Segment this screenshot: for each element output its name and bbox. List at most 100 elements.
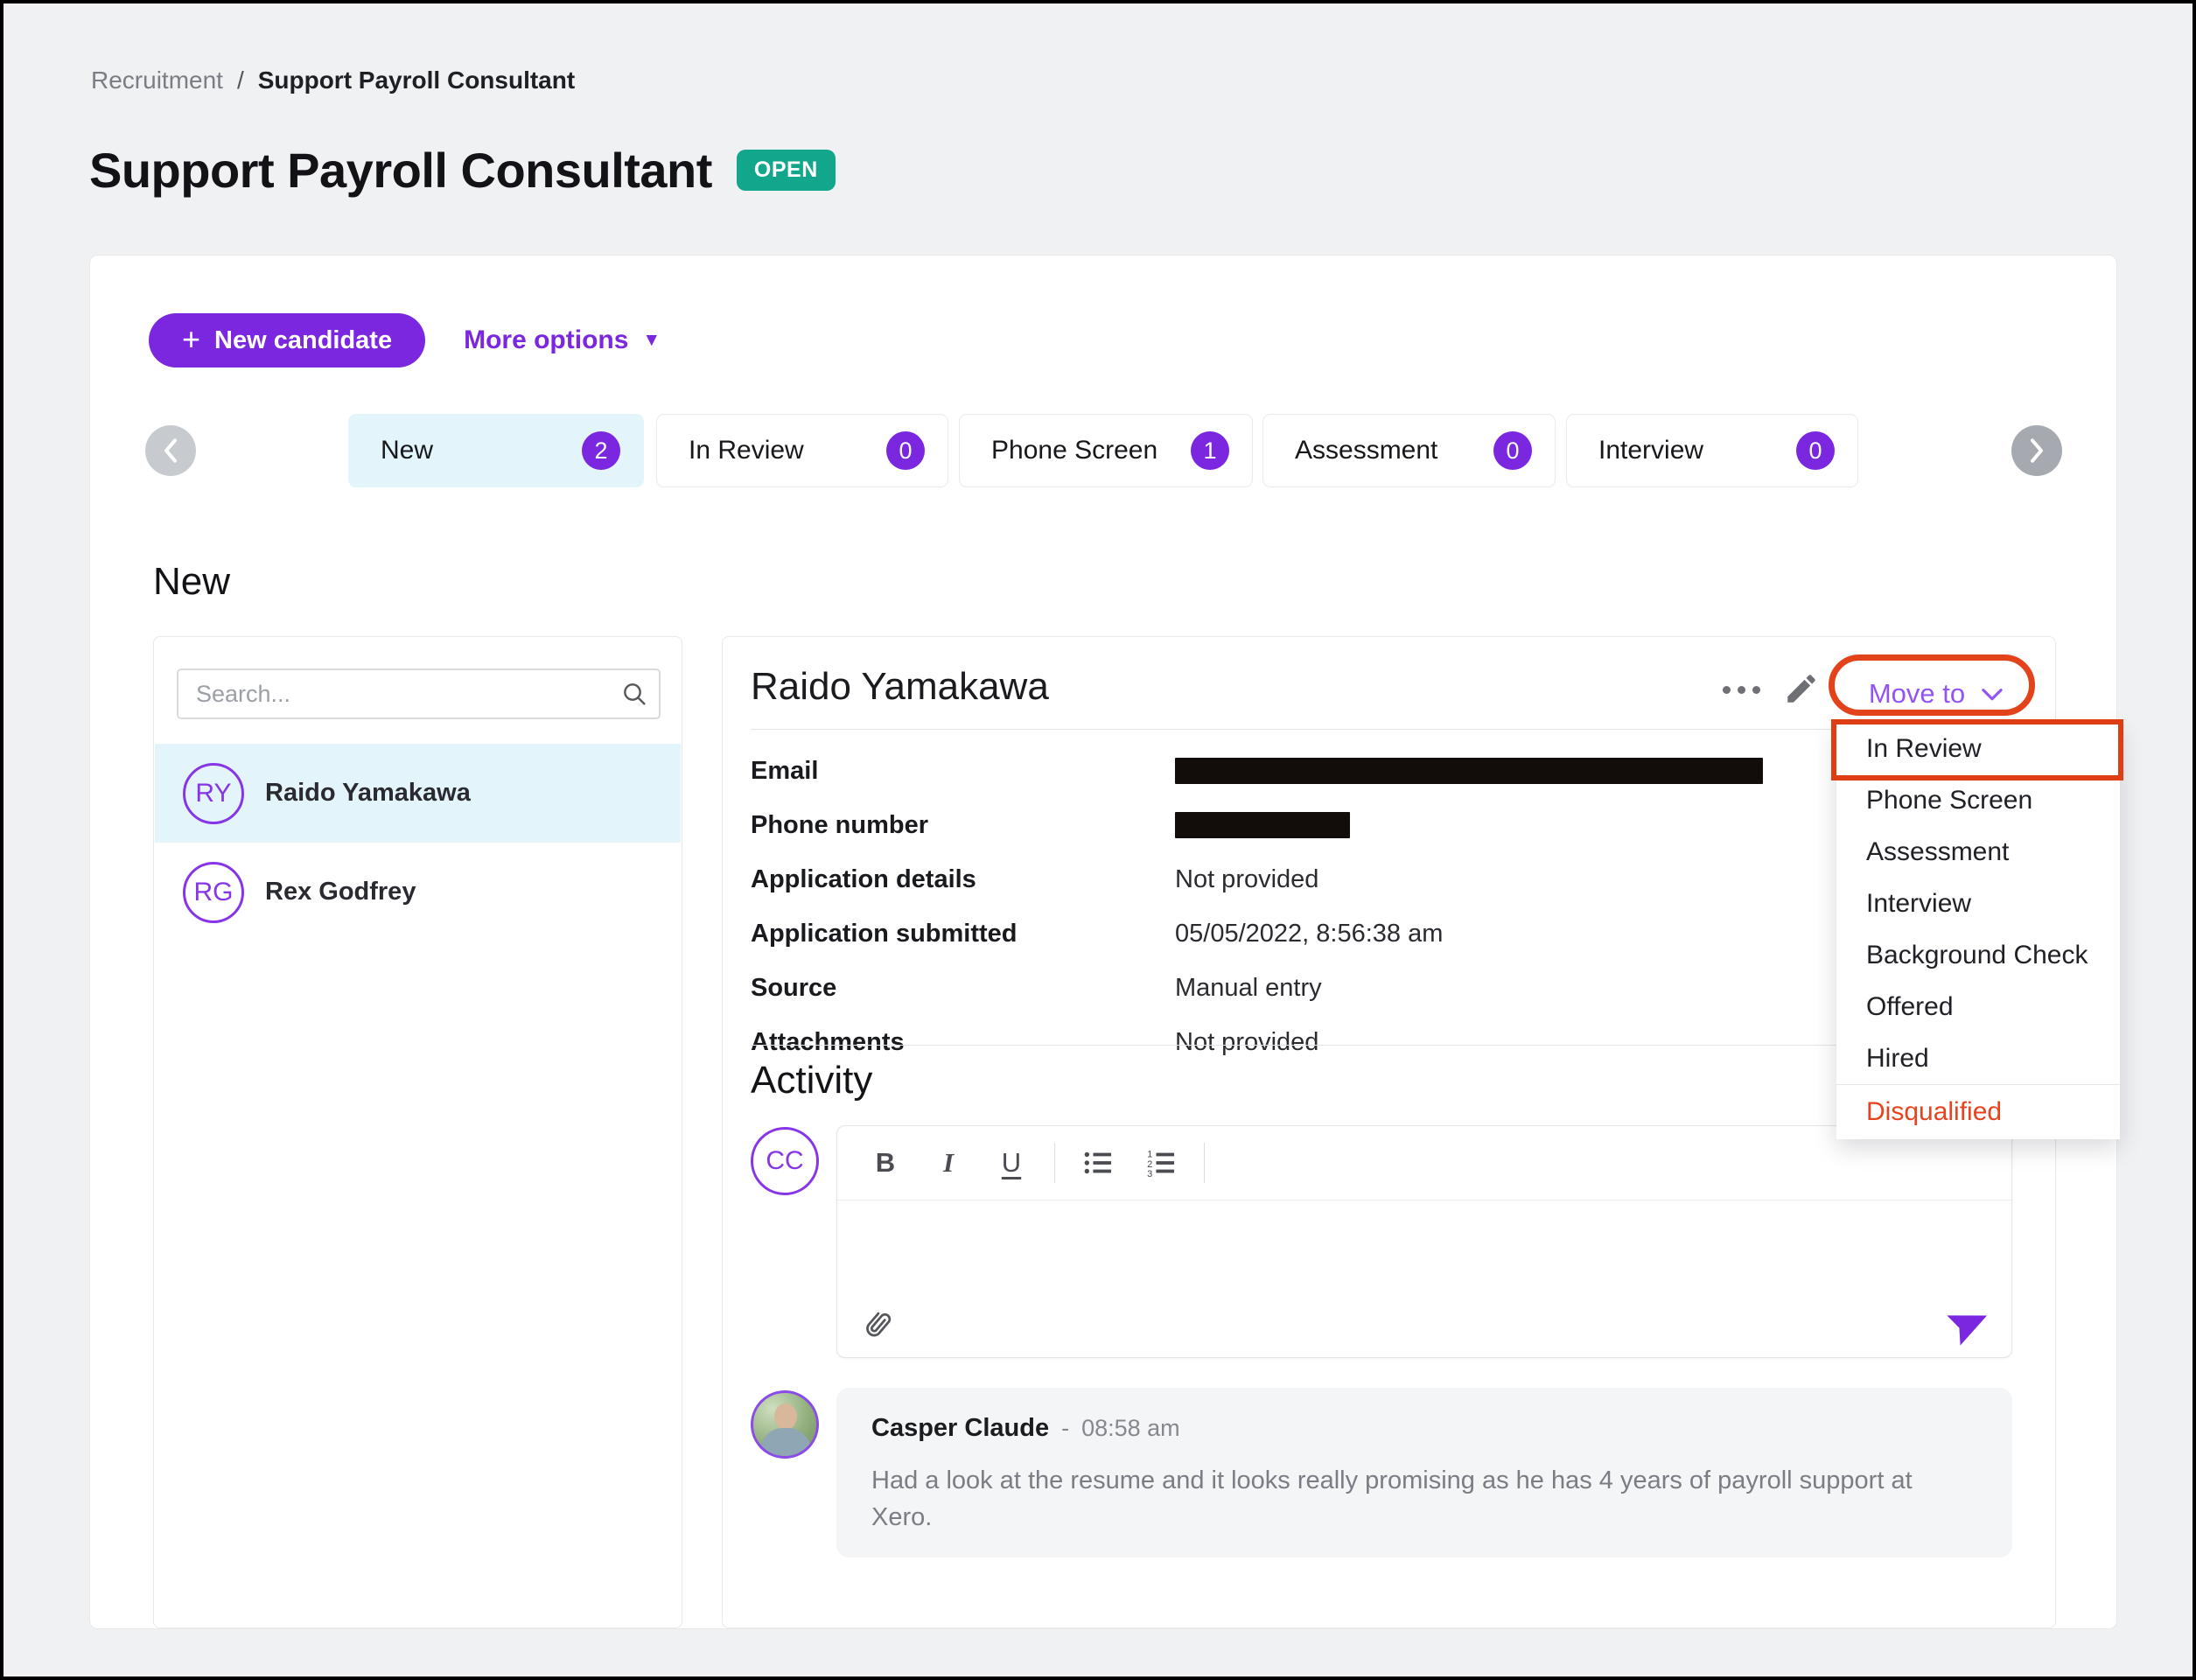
field-value: 05/05/2022, 8:56:38 am (1175, 920, 1443, 948)
redaction-bar-phone (1175, 812, 1350, 838)
candidate-detail-name: Raido Yamakawa (751, 665, 1049, 709)
status-badge: OPEN (737, 150, 836, 191)
menu-item-interview[interactable]: Interview (1836, 878, 2120, 929)
stage-count-badge: 0 (886, 431, 925, 470)
comment-editor: B I U 1 2 3 (836, 1125, 2012, 1358)
candidate-name: Rex Godfrey (265, 878, 416, 906)
numbered-list-icon: 1 2 3 (1144, 1146, 1178, 1180)
field-label: Attachments (751, 1028, 1175, 1057)
candidate-name: Raido Yamakawa (265, 779, 471, 808)
page-header: Support Payroll Consultant OPEN (89, 142, 836, 199)
field-value: Not provided (1175, 865, 1318, 894)
plus-icon: + (182, 324, 200, 355)
chevron-down-icon (1981, 686, 2004, 702)
search-input[interactable] (177, 668, 661, 719)
page-title: Support Payroll Consultant (89, 142, 712, 199)
comment-separator: - (1061, 1415, 1069, 1442)
bold-button[interactable]: B (858, 1140, 913, 1186)
search-icon (620, 680, 648, 708)
stage-label: Assessment (1295, 436, 1437, 466)
comment-text: Had a look at the resume and it looks re… (871, 1462, 1977, 1536)
attach-file-button[interactable] (858, 1305, 897, 1343)
field-label: Source (751, 974, 1175, 1003)
divider (751, 729, 2025, 730)
stage-label: Interview (1598, 436, 1703, 466)
chevron-right-icon (2027, 438, 2046, 464)
comment-input-area[interactable] (858, 1207, 1990, 1292)
comment-author: Casper Claude (871, 1414, 1049, 1443)
stage-count-badge: 0 (1796, 431, 1835, 470)
numbered-list-button[interactable]: 1 2 3 (1134, 1140, 1188, 1186)
field-value: Manual entry (1175, 974, 1322, 1003)
commenter-avatar (751, 1390, 819, 1459)
activity-heading: Activity (751, 1059, 872, 1102)
more-actions-button[interactable] (1723, 686, 1760, 694)
paperclip-icon (858, 1305, 897, 1343)
move-to-menu: In Review Phone Screen Assessment Interv… (1836, 723, 2120, 1139)
menu-item-background-check[interactable]: Background Check (1836, 929, 2120, 981)
field-label: Application details (751, 865, 1175, 894)
field-label: Application submitted (751, 920, 1175, 948)
search-box (177, 668, 661, 719)
carousel-next-button[interactable] (2011, 425, 2062, 476)
avatar-photo (774, 1404, 797, 1430)
send-icon (1941, 1294, 1999, 1352)
more-options-button[interactable]: More options ▼ (464, 326, 661, 355)
stage-label: In Review (689, 436, 804, 466)
more-options-label: More options (464, 326, 628, 355)
chevron-left-icon (161, 438, 180, 464)
avatar: RG (183, 862, 244, 923)
menu-item-assessment[interactable]: Assessment (1836, 826, 2120, 878)
breadcrumb-current: Support Payroll Consultant (258, 66, 575, 94)
divider (751, 1045, 2025, 1046)
stage-count-badge: 0 (1493, 431, 1532, 470)
comment-header: Casper Claude - 08:58 am (871, 1414, 1977, 1443)
move-to-label: Move to (1869, 678, 1965, 710)
new-candidate-button[interactable]: + New candidate (149, 313, 425, 368)
stage-tab-in-review[interactable]: In Review 0 (656, 414, 948, 487)
menu-item-offered[interactable]: Offered (1836, 981, 2120, 1032)
new-candidate-label: New candidate (214, 326, 392, 355)
edit-button[interactable] (1783, 670, 1820, 711)
breadcrumb-separator: / (237, 66, 244, 94)
field-value: Not provided (1175, 1028, 1318, 1057)
menu-item-in-review[interactable]: In Review (1836, 723, 2120, 774)
candidate-list-panel: RY Raido Yamakawa RG Rex Godfrey (153, 636, 682, 1628)
move-to-button[interactable]: Move to (1839, 670, 2033, 718)
underline-button[interactable]: U (984, 1140, 1039, 1186)
field-label: Phone number (751, 811, 1175, 840)
actions-row: + New candidate More options ▼ (149, 313, 661, 368)
stage-label: Phone Screen (991, 436, 1157, 466)
comment-timestamp: 08:58 am (1081, 1415, 1180, 1442)
toolbar-separator (1054, 1143, 1055, 1183)
menu-item-disqualified[interactable]: Disqualified (1836, 1085, 2120, 1139)
bullet-list-icon (1081, 1146, 1115, 1180)
breadcrumb: Recruitment / Support Payroll Consultant (91, 66, 575, 94)
activity-comment: Casper Claude - 08:58 am Had a look at t… (836, 1388, 2012, 1558)
stage-tab-new[interactable]: New 2 (348, 414, 644, 487)
caret-down-icon: ▼ (642, 330, 661, 351)
stage-tab-interview[interactable]: Interview 0 (1566, 414, 1858, 487)
send-button[interactable] (1948, 1301, 1992, 1345)
stage-carousel: New 2 In Review 0 Phone Screen 1 Assessm… (90, 414, 2116, 489)
stage-tab-assessment[interactable]: Assessment 0 (1262, 414, 1556, 487)
pencil-icon (1783, 670, 1820, 707)
avatar: RY (183, 763, 244, 824)
menu-item-phone-screen[interactable]: Phone Screen (1836, 774, 2120, 826)
breadcrumb-recruitment[interactable]: Recruitment (91, 66, 223, 94)
redaction-bar-email (1175, 758, 1763, 784)
editor-toolbar: B I U 1 2 3 (858, 1138, 1212, 1187)
field-label: Email (751, 757, 1175, 786)
candidate-row[interactable]: RY Raido Yamakawa (155, 744, 681, 843)
bullet-list-button[interactable] (1071, 1140, 1125, 1186)
candidate-row[interactable]: RG Rex Godfrey (155, 843, 681, 942)
svg-text:3: 3 (1147, 1169, 1152, 1180)
carousel-prev-button[interactable] (145, 425, 196, 476)
stage-tab-phone-screen[interactable]: Phone Screen 1 (959, 414, 1253, 487)
app-page: Recruitment / Support Payroll Consultant… (3, 4, 2193, 1676)
menu-item-hired[interactable]: Hired (1836, 1032, 2120, 1084)
stage-count-badge: 1 (1191, 431, 1229, 470)
current-user-avatar: CC (751, 1127, 819, 1195)
toolbar-separator (1204, 1143, 1205, 1183)
italic-button[interactable]: I (921, 1140, 976, 1186)
